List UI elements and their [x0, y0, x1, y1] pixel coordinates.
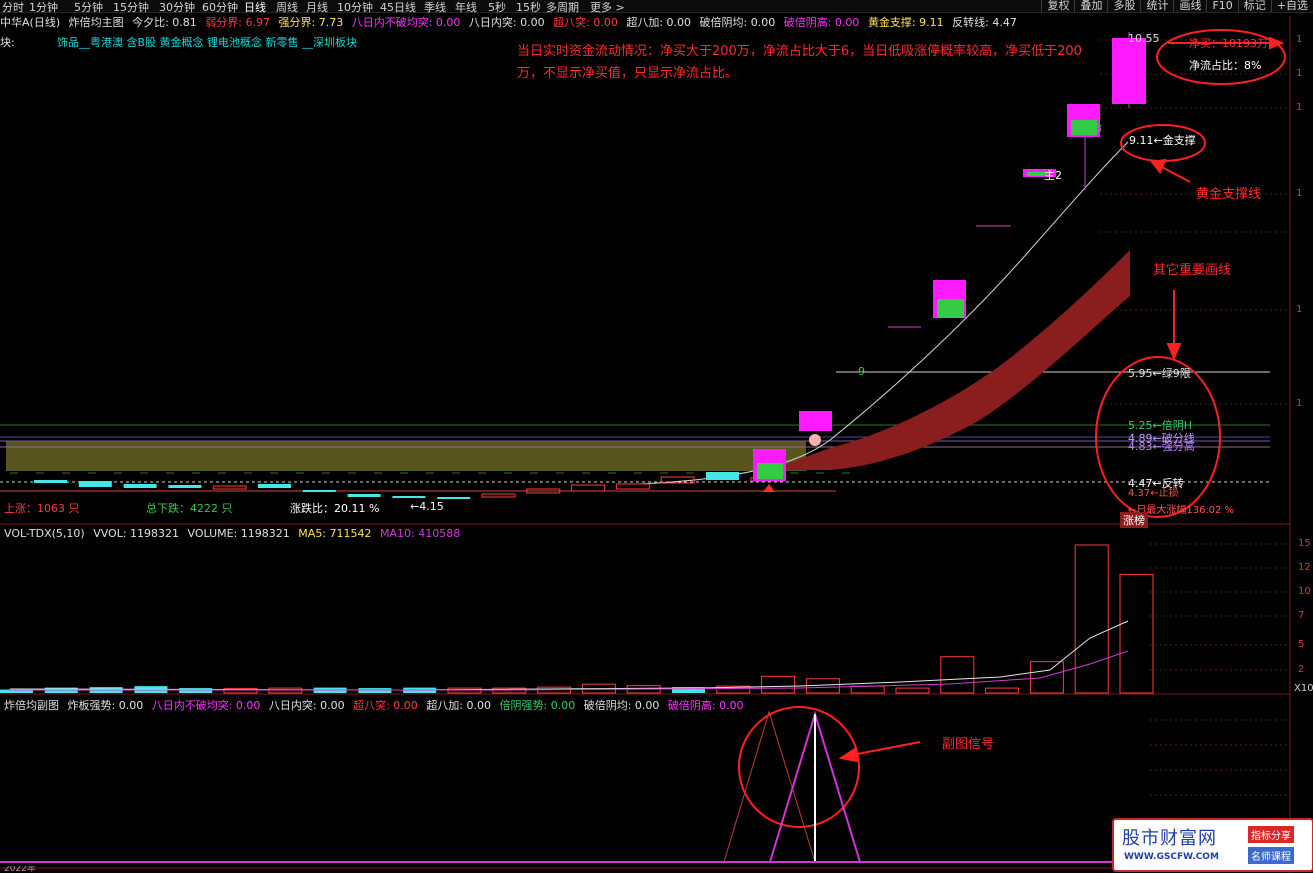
history-candle — [258, 484, 291, 488]
history-candle — [481, 493, 516, 498]
sub-param-5: 超八加: 0.00 — [426, 699, 492, 712]
low-price-label: ←4.15 — [410, 500, 444, 513]
history-candle — [347, 494, 381, 497]
sub-param-8: 破倍阴高: 0.00 — [667, 699, 744, 712]
chart-canvas — [0, 16, 1291, 873]
volume-bar — [761, 675, 796, 694]
watermark-title: 股市财富网 — [1122, 828, 1217, 849]
volume-grid — [1150, 543, 1290, 671]
gold-support-annotation: 黄金支撑线 — [1196, 187, 1262, 202]
y-tick: 1 — [1296, 102, 1303, 113]
stat-up-count: 上涨：1063 只 — [4, 502, 80, 515]
vol-y-tick: 10 — [1298, 586, 1311, 597]
volume-header: VOL-TDX(5,10) VVOL: 1198321 VOLUME: 1198… — [4, 527, 465, 540]
gold-support-label: 9.11←金支撑 — [1129, 134, 1196, 147]
history-candle — [78, 481, 112, 487]
history-candle — [571, 484, 606, 492]
price-top: 10.55 — [1128, 32, 1160, 45]
history-candle — [123, 484, 157, 488]
history-candle — [437, 497, 471, 499]
netflow-value: 净流占比：8% — [1189, 59, 1262, 72]
volume-bar — [1029, 661, 1064, 694]
historical-candles — [34, 472, 785, 499]
candle-latest[interactable] — [1112, 38, 1146, 104]
history-candle — [615, 483, 650, 490]
signal-annotation: 副图信号 — [942, 737, 995, 752]
volume-bar — [447, 687, 482, 694]
volume-bar — [895, 687, 930, 694]
buy-triangle-icon — [763, 484, 775, 492]
label-qiangfen: 4.83←强分高 — [1128, 440, 1195, 453]
volume-bar — [1074, 544, 1109, 694]
stat-ratio: 涨跌比：20.11 % — [290, 502, 380, 515]
history-candle — [392, 496, 426, 498]
marker-zhu2: 主2 — [1044, 169, 1062, 182]
volume-indicator-name[interactable]: VOL-TDX(5,10) — [4, 527, 85, 540]
olive-zone — [6, 441, 806, 471]
sub-param-6: 倍阴强势: 0.00 — [499, 699, 576, 712]
candle-inner-green — [757, 463, 783, 479]
history-candle — [168, 485, 202, 488]
watermark-url: WWW.GSCFW.COM — [1124, 852, 1219, 862]
vol-y-tick: 7 — [1298, 610, 1305, 621]
candle[interactable] — [799, 411, 832, 431]
volume-bars — [0, 544, 1154, 694]
y-tick: 1 — [1296, 304, 1303, 315]
year-label: 2022年 — [4, 866, 36, 873]
sub-param-4: 超八突: 0.00 — [353, 699, 418, 712]
volume-bar — [940, 656, 975, 694]
stat-down-count: 总下跌：4222 只 — [146, 502, 233, 515]
ma10-value: MA10: 410588 — [380, 527, 461, 540]
marker-nine: 9 — [858, 365, 865, 378]
label-zhisun: 4.37←止损 — [1128, 488, 1179, 499]
sub-indicator-name[interactable]: 炸倍均副图 — [4, 699, 59, 712]
other-lines-annotation: 其它重要画线 — [1153, 263, 1232, 278]
y-tick: 1 — [1296, 68, 1303, 79]
sub-param-1: 炸板强势: 0.00 — [67, 699, 144, 712]
ma5-line — [9, 620, 1129, 691]
volume-bar — [1119, 573, 1154, 694]
history-candle — [302, 490, 336, 492]
annotation-arrows — [838, 36, 1285, 763]
y-tick: 1 — [1296, 34, 1303, 45]
sub-param-2: 八日内不破均突: 0.00 — [151, 699, 261, 712]
history-candle — [706, 472, 739, 480]
history-candle — [212, 485, 247, 490]
volume-bar — [358, 688, 392, 693]
vol-y-tick: 5 — [1298, 639, 1305, 650]
watermark-badge-share: 指标分享 — [1248, 826, 1294, 843]
y-tick: 1 — [1296, 188, 1303, 199]
volume-bar — [268, 687, 303, 694]
watermark-badge-course: 名师课程 — [1248, 847, 1294, 864]
sub-param-7: 破倍阴均: 0.00 — [583, 699, 660, 712]
vol-y-tick: 2 — [1298, 664, 1305, 675]
signal-dot-icon — [809, 434, 821, 446]
netbuy-value: 净买：10193万 — [1189, 37, 1268, 50]
sub-param-3: 八日内突: 0.00 — [268, 699, 345, 712]
vol-y-tick: 12 — [1298, 562, 1311, 573]
marker-zhu3: 主3 — [1084, 122, 1102, 135]
annotation-main: 当日实时资金流动情况：净买大于200万，净流占比大于6，当日低吸涨停概率较高，净… — [517, 44, 1082, 81]
vol-unit: X10 — [1294, 683, 1313, 694]
history-candle — [34, 480, 67, 483]
signal-triangle-red — [723, 710, 816, 863]
volume-value: VOLUME: 1198321 — [187, 527, 290, 540]
site-watermark: 股市财富网 WWW.GSCFW.COM 指标分享 名师课程 — [1112, 818, 1313, 872]
volume-bar — [985, 687, 1020, 694]
vvol-value: VVOL: 1198321 — [93, 527, 180, 540]
label-lvjiu: 5.95←绿9限 — [1128, 367, 1191, 380]
marker-zhu1: 主1 — [942, 305, 960, 318]
volume-bar — [850, 685, 885, 694]
y-tick: 1 — [1296, 398, 1303, 409]
vol-y-tick: 15 — [1298, 538, 1311, 549]
zhangbang-badge[interactable]: 涨榜 — [1120, 512, 1148, 528]
volume-bar — [179, 688, 213, 693]
ma5-value: MA5: 711542 — [298, 527, 372, 540]
sub-header: 炸倍均副图 炸板强势: 0.00 八日内不破均突: 0.00 八日内突: 0.0… — [4, 697, 749, 713]
